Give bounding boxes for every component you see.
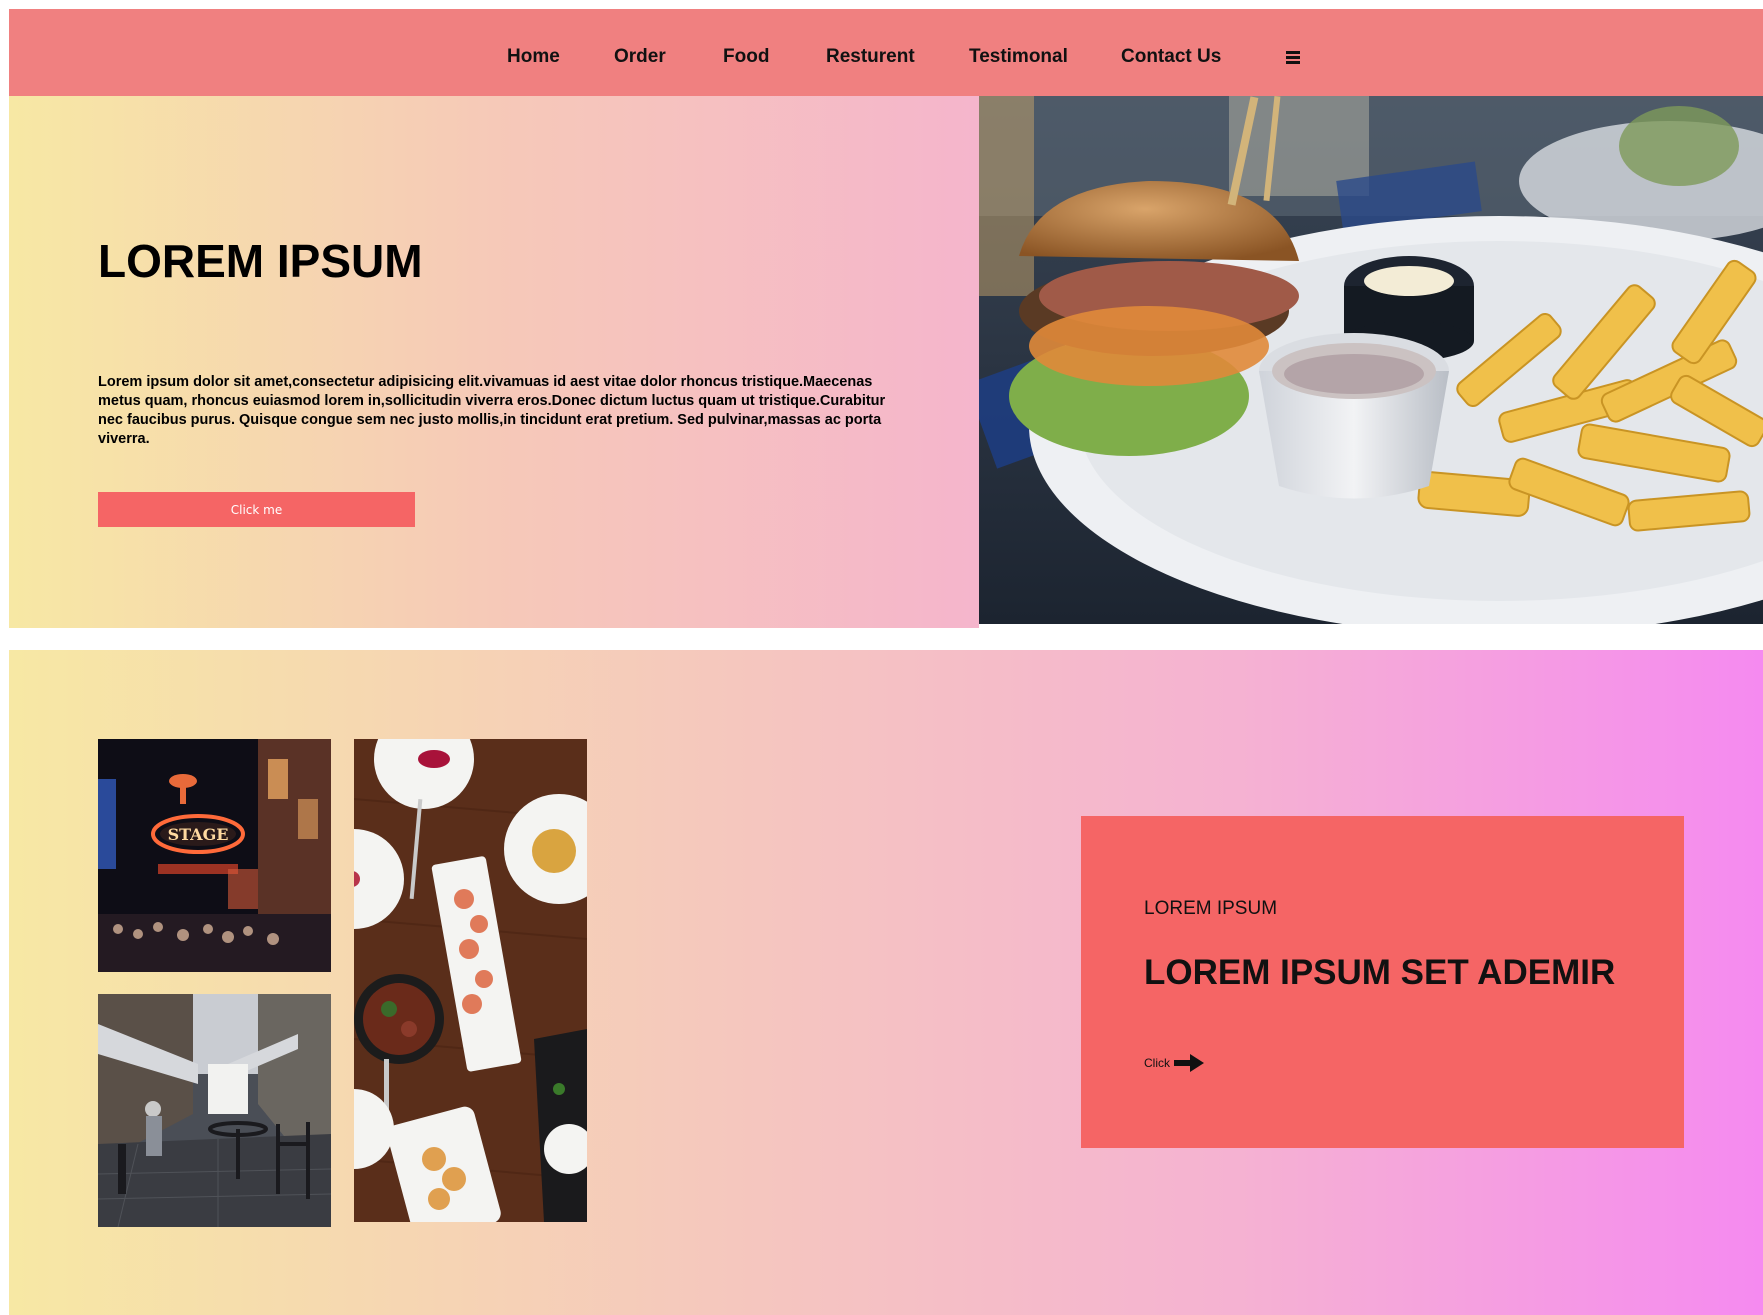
hero-section: LOREM IPSUM Lorem ipsum dolor sit amet,c… bbox=[9, 96, 979, 628]
card-title: LOREM IPSUM SET ADEMIR bbox=[1144, 953, 1616, 992]
gallery-section: STAGE LOREM IPSUM LOREM IPSUM SET ADEMIR… bbox=[9, 650, 1763, 1315]
card-eyebrow: LOREM IPSUM bbox=[1144, 898, 1278, 919]
arrow-right-icon bbox=[1174, 1054, 1204, 1072]
click-me-button[interactable]: Click me bbox=[98, 492, 415, 527]
promo-card: LOREM IPSUM LOREM IPSUM SET ADEMIR Click bbox=[1081, 816, 1684, 1148]
nav-item-contact-us[interactable]: Contact Us bbox=[1121, 47, 1221, 66]
nav-item-testimonal[interactable]: Testimonal bbox=[969, 47, 1068, 66]
burger-and-fries-photo bbox=[979, 96, 1763, 624]
food-platters-table-photo bbox=[354, 739, 587, 1222]
night-street-stage-sign-photo: STAGE bbox=[98, 739, 331, 972]
top-navbar: Home Order Food Resturent Testimonal Con… bbox=[9, 9, 1763, 96]
card-click-link[interactable]: Click bbox=[1144, 1053, 1205, 1073]
hero-description: Lorem ipsum dolor sit amet,consectetur a… bbox=[98, 374, 886, 447]
cobblestone-cafe-street-photo bbox=[98, 994, 331, 1227]
hamburger-menu-icon[interactable] bbox=[1286, 51, 1300, 65]
card-link-label: Click bbox=[1144, 1056, 1170, 1070]
nav-item-home[interactable]: Home bbox=[507, 47, 560, 66]
nav-item-food[interactable]: Food bbox=[723, 47, 769, 66]
nav-item-resturent[interactable]: Resturent bbox=[826, 47, 915, 66]
svg-text:STAGE: STAGE bbox=[168, 825, 229, 844]
nav-item-order[interactable]: Order bbox=[614, 47, 666, 66]
hero-title: LOREM IPSUM bbox=[98, 235, 423, 287]
